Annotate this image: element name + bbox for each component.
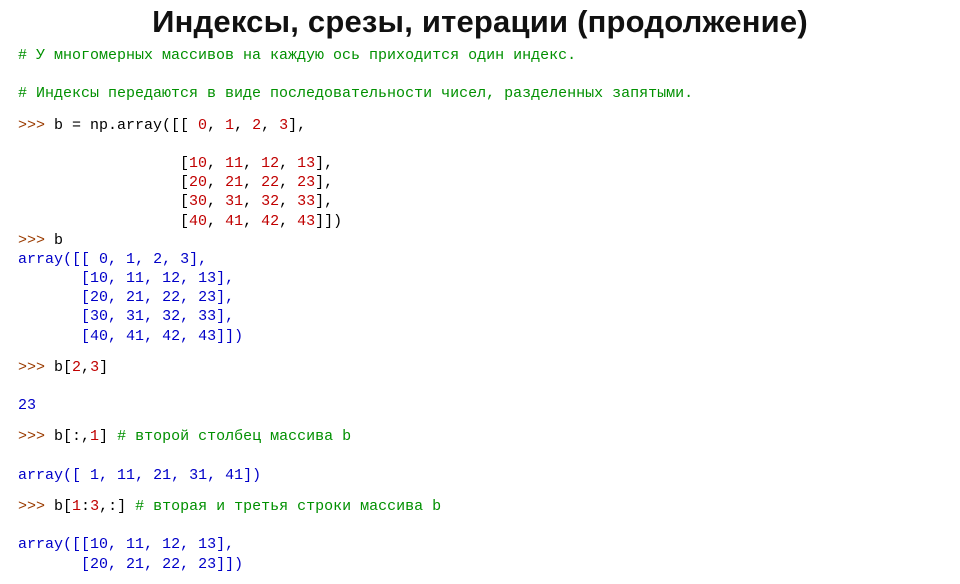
num: 12 [261,155,279,172]
num: 2 [252,117,261,134]
code-text: b[:, [45,428,90,445]
output-line: [30, 31, 32, 33], [18,308,234,325]
num: 1 [90,428,99,445]
num: 23 [297,174,315,191]
code-text: [ [18,174,189,191]
num: 32 [261,193,279,210]
num: 20 [189,174,207,191]
code-text: ,:] [99,498,126,515]
code-text: b[ [45,359,72,376]
num: 41 [225,213,243,230]
num: 33 [297,193,315,210]
slide-title: Индексы, срезы, итерации (продолжение) [18,4,942,40]
code-text: [ [18,155,189,172]
prompt: >>> [18,428,45,445]
num: 1 [72,498,81,515]
num: 2 [72,359,81,376]
prompt: >>> [18,117,45,134]
comment-line: # У многомерных массивов на каждую ось п… [18,47,576,64]
output-line: [40, 41, 42, 43]]) [18,328,243,345]
code-text: [ [18,213,189,230]
code-text: b [45,232,63,249]
num: 0 [198,117,207,134]
num: 3 [90,359,99,376]
comment-line: # Индексы передаются в виде последовател… [18,85,693,102]
prompt: >>> [18,498,45,515]
prompt: >>> [18,359,45,376]
comment-inline: # вторая и третья строки массива b [126,498,441,515]
num: 22 [261,174,279,191]
output-line: array([ 1, 11, 21, 31, 41]) [18,467,261,484]
num: 21 [225,174,243,191]
output-line: [10, 11, 12, 13], [18,270,234,287]
code-block: # У многомерных массивов на каждую ось п… [18,46,942,574]
output-line: array([[10, 11, 12, 13], [18,536,234,553]
output-line: 23 [18,397,36,414]
num: 43 [297,213,315,230]
prompt: >>> [18,232,45,249]
num: 1 [225,117,234,134]
num: 31 [225,193,243,210]
code-text: b[ [45,498,72,515]
num: 11 [225,155,243,172]
code-text: b = np.array([[ [45,117,198,134]
num: 40 [189,213,207,230]
num: 3 [90,498,99,515]
output-line: [20, 21, 22, 23]]) [18,556,243,573]
comment-inline: # второй столбец массива b [108,428,351,445]
num: 10 [189,155,207,172]
num: 30 [189,193,207,210]
num: 3 [279,117,288,134]
num: 13 [297,155,315,172]
output-line: array([[ 0, 1, 2, 3], [18,251,207,268]
output-line: [20, 21, 22, 23], [18,289,234,306]
num: 42 [261,213,279,230]
code-text: [ [18,193,189,210]
